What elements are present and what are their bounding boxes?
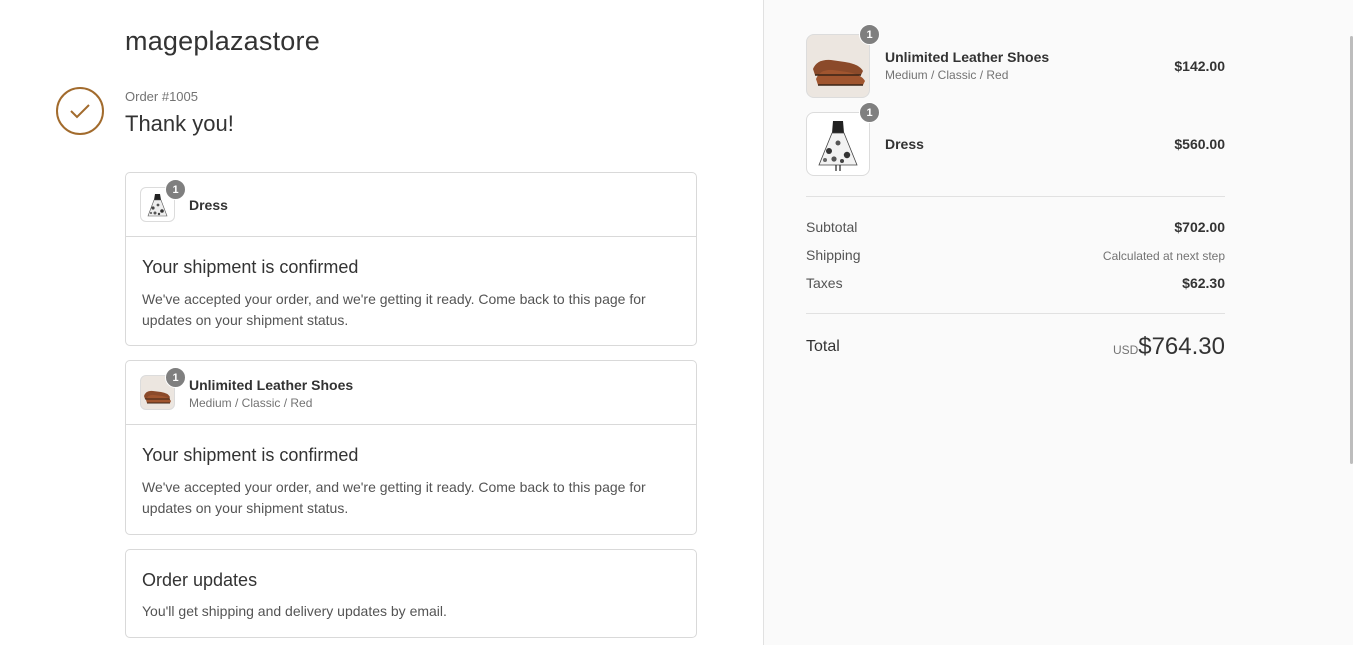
summary-item-name: Unlimited Leather Shoes [885, 49, 1050, 65]
product-thumbnail: 1 [140, 179, 186, 222]
product-thumbnail: 1 [806, 102, 880, 176]
shipping-label: Shipping [806, 247, 861, 263]
summary-item-variant: Medium / Classic / Red [885, 68, 1009, 82]
shipment-item-name: Dress [189, 197, 228, 213]
subtotal-value: $702.00 [1174, 219, 1225, 235]
summary-item-price: $142.00 [1174, 58, 1225, 74]
shipping-value: Calculated at next step [1102, 249, 1225, 263]
shipment-item-name: Unlimited Leather Shoes [189, 377, 354, 393]
product-thumbnail: 1 [140, 367, 186, 410]
summary-line-item: 1 Dress $560.00 [806, 102, 1225, 176]
summary-item-name: Dress [885, 136, 924, 152]
taxes-label: Taxes [806, 275, 843, 291]
store-name[interactable]: mageplazastore [125, 26, 320, 57]
shoe-image [813, 59, 865, 86]
subtotal-row: Subtotal $702.00 [806, 219, 1225, 239]
quantity-badge: 1 [165, 179, 186, 200]
thank-you-heading: Thank you! [125, 111, 234, 136]
total-currency: USD [1113, 343, 1139, 357]
subtotal-label: Subtotal [806, 219, 858, 235]
shipment-status-title: Your shipment is confirmed [142, 445, 359, 465]
divider [806, 313, 1225, 314]
shipping-row: Shipping Calculated at next step [806, 247, 1225, 267]
checkmark-icon [56, 87, 104, 135]
total-amount: $764.30 [1138, 333, 1225, 360]
shipment-status-title: Your shipment is confirmed [142, 257, 359, 277]
shipment-status-message: We've accepted your order, and we're get… [142, 479, 646, 516]
order-updates-title: Order updates [142, 570, 258, 590]
shipment-item: 1 Dress [126, 173, 696, 237]
quantity-badge: 1 [859, 102, 880, 123]
product-thumbnail: 1 [806, 24, 880, 98]
order-number: Order #1005 [125, 89, 198, 104]
order-updates-card: Order updates You'll get shipping and de… [125, 549, 697, 638]
quantity-badge: 1 [165, 367, 186, 388]
quantity-badge: 1 [859, 24, 880, 45]
shipment-card: 1 Unlimited Leather Shoes Medium / Class… [125, 360, 697, 535]
shipment-status-message: We've accepted your order, and we're get… [142, 291, 646, 328]
main-content: mageplazastore Order #1005 Thank you! 1 … [0, 0, 763, 645]
taxes-row: Taxes $62.30 [806, 275, 1225, 295]
shipment-item-variant: Medium / Classic / Red [189, 396, 313, 410]
taxes-value: $62.30 [1182, 275, 1225, 291]
shipment-item: 1 Unlimited Leather Shoes Medium / Class… [126, 361, 696, 425]
order-updates-message: You'll get shipping and delivery updates… [142, 603, 447, 619]
total-label: Total [806, 338, 840, 355]
dress-image [818, 121, 858, 171]
shipment-card: 1 Dress Your shipment is confirmed We've… [125, 172, 697, 346]
summary-item-price: $560.00 [1174, 136, 1225, 152]
divider [806, 196, 1225, 197]
summary-line-item: 1 Unlimited Leather Shoes Medium / Class… [806, 24, 1225, 98]
